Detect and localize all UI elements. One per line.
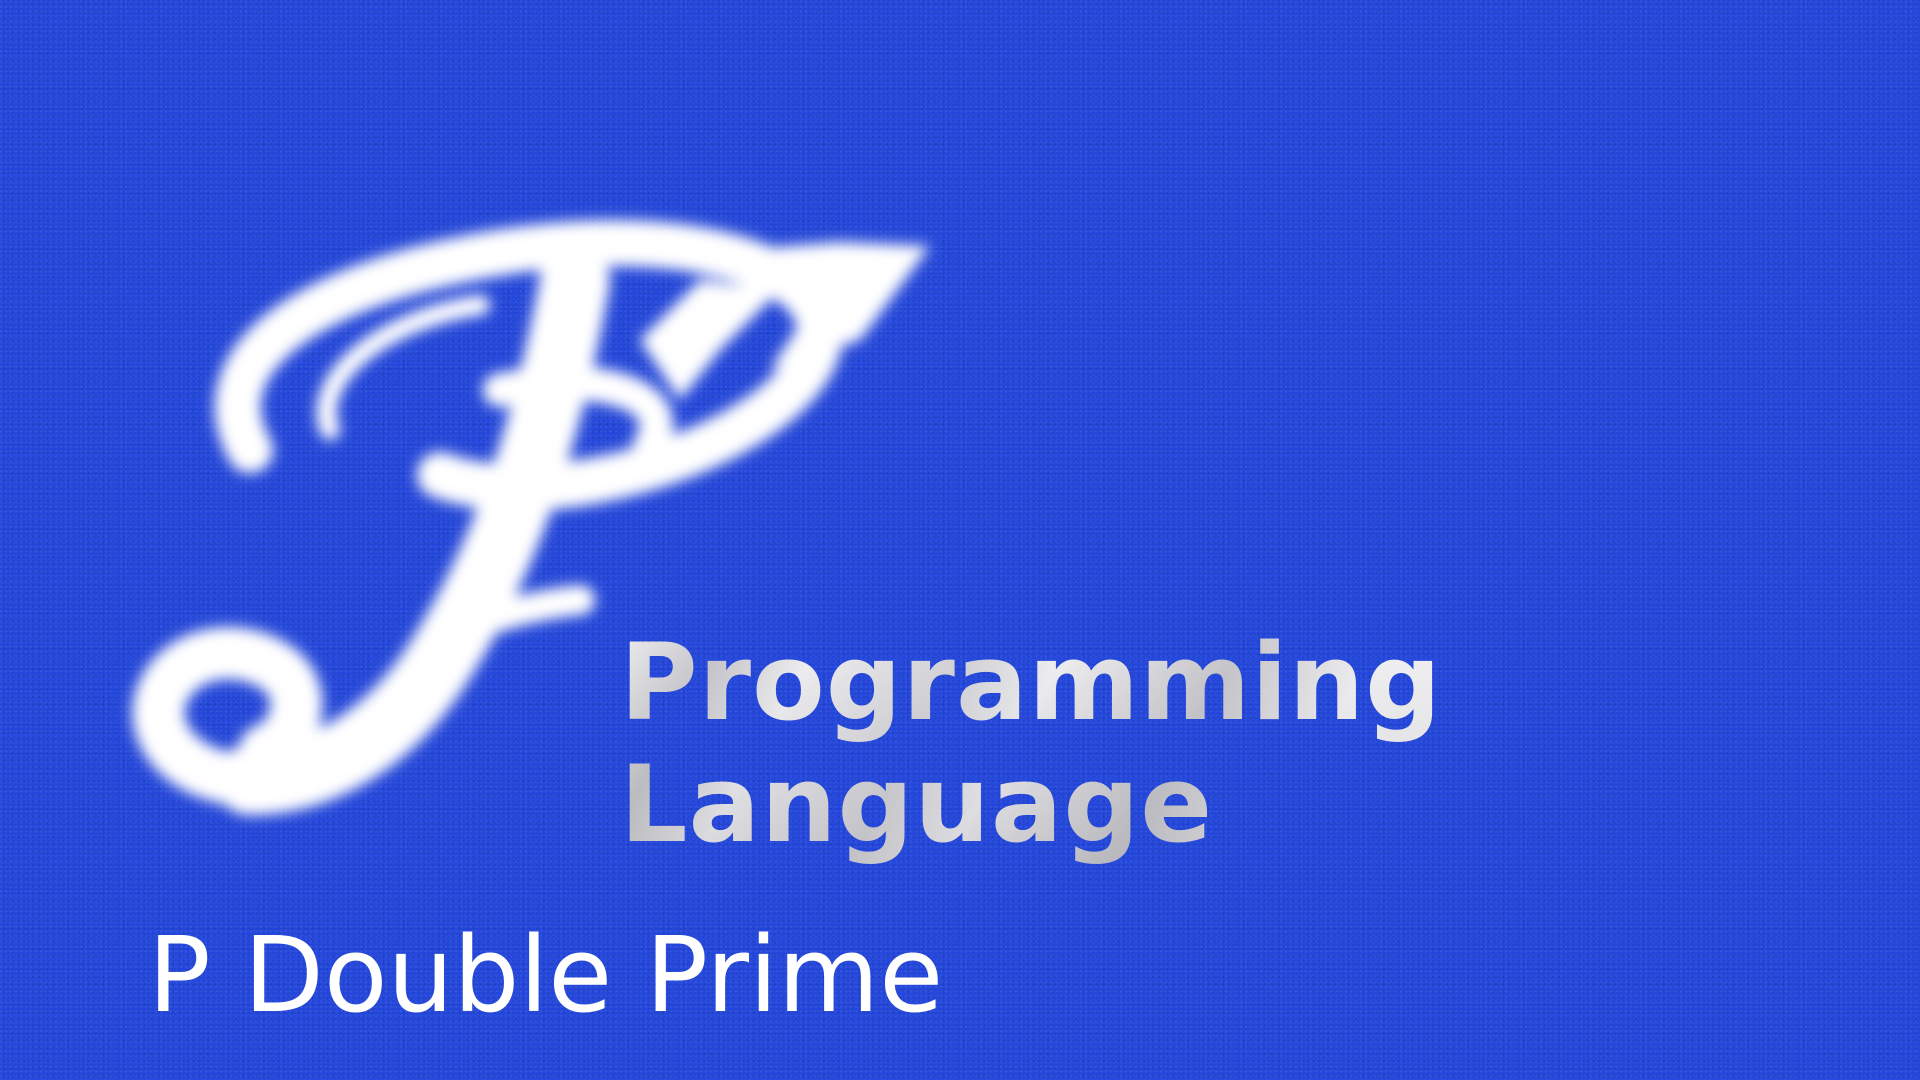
subtitle-programming-language: Programming Language bbox=[620, 621, 1443, 866]
product-name: P Double Prime bbox=[148, 914, 944, 1036]
subtitle-line-language: Language bbox=[620, 743, 1214, 866]
subtitle-line-programming: Programming bbox=[620, 621, 1443, 744]
title-screen: Programming Language P Double Prime bbox=[0, 0, 1920, 1080]
